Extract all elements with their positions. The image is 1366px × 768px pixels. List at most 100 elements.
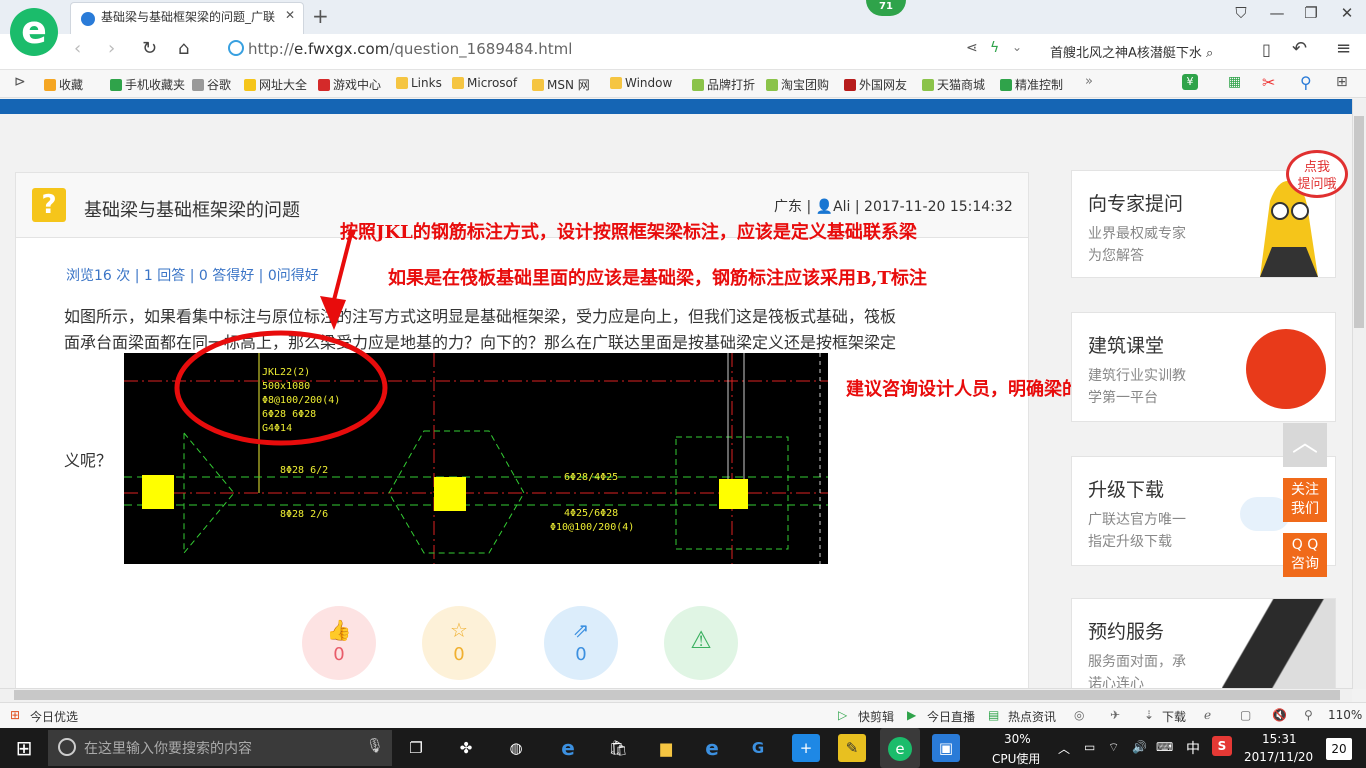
favorite-item[interactable]: 收藏: [44, 76, 83, 93]
search-icon[interactable]: ⌕: [1206, 46, 1213, 61]
ask-bubble[interactable]: 点我 提问哦: [1286, 150, 1348, 198]
region[interactable]: 广东: [774, 199, 802, 215]
share-icon[interactable]: ⋖: [966, 40, 978, 56]
like-button[interactable]: 👍 0: [302, 606, 376, 680]
zoom-icon[interactable]: ⚲: [1300, 73, 1312, 92]
ime-indicator[interactable]: 中: [1186, 738, 1200, 758]
horizontal-scroll-thumb[interactable]: [14, 690, 1340, 700]
downloads-link[interactable]: 下载: [1162, 708, 1186, 725]
favorite-item[interactable]: 谷歌: [192, 76, 231, 93]
grid-icon[interactable]: ▦: [1228, 74, 1241, 90]
battery-icon[interactable]: ▭: [1084, 740, 1095, 754]
home-button[interactable]: ⌂: [178, 38, 189, 59]
hot-news-link[interactable]: 热点资讯: [1008, 708, 1056, 725]
refresh-button[interactable]: ↻: [142, 38, 157, 59]
wifi-icon[interactable]: ⌔: [1108, 740, 1119, 755]
task-view-icon[interactable]: ❐: [402, 734, 430, 762]
clock-time[interactable]: 15:31: [1262, 732, 1297, 746]
window-icon[interactable]: ▢: [1240, 708, 1251, 722]
clock-date[interactable]: 2017/11/20: [1244, 750, 1313, 764]
volume-icon[interactable]: 🔊: [1132, 740, 1147, 754]
forward-button[interactable]: ›: [108, 38, 115, 59]
favorite-item[interactable]: MSN 网: [532, 76, 590, 93]
favorite-item[interactable]: 外国网友: [844, 76, 907, 93]
sidebar-toggle-icon[interactable]: ⊳: [14, 74, 26, 90]
active-browser-app[interactable]: e: [880, 728, 920, 768]
qq-consult-button[interactable]: Q Q 咨询: [1283, 533, 1327, 577]
chevron-up-icon[interactable]: ︿: [1058, 740, 1070, 757]
browser-app-icon: e: [888, 736, 912, 761]
url-input[interactable]: http://e.fwxgx.com/question_1689484.html: [248, 40, 572, 58]
sogou-ime-icon[interactable]: S: [1212, 736, 1232, 756]
new-tab-button[interactable]: +: [312, 4, 329, 28]
shirt-icon[interactable]: ⛉: [1226, 4, 1256, 28]
lightning-icon[interactable]: ϟ: [990, 40, 999, 56]
today-picks-link[interactable]: 今日优选: [30, 708, 78, 725]
browser-tab[interactable]: 基础梁与基础框架梁的问题_广联 ✕: [70, 2, 304, 34]
notes-app-icon[interactable]: ✎: [838, 734, 866, 762]
screenshot-app-icon[interactable]: ▣: [932, 734, 960, 762]
apps-icon[interactable]: ⊞: [1336, 74, 1348, 90]
browser-logo-icon[interactable]: e: [10, 8, 58, 56]
sidebar-appointment[interactable]: 预约服务 服务面对面，承 诺心连心: [1071, 598, 1336, 690]
favorite-item[interactable]: Links: [396, 76, 442, 90]
taskbar-search-input[interactable]: 在这里输入你要搜索的内容 🎙: [48, 730, 392, 766]
undo-icon[interactable]: ↶: [1292, 38, 1307, 59]
sidebar-building-class[interactable]: 建筑课堂 建筑行业实训教 学第一平台: [1071, 312, 1336, 422]
today-live-link[interactable]: 今日直播: [927, 708, 975, 725]
file-explorer-icon[interactable]: ▆: [652, 734, 680, 762]
zoom-level[interactable]: 110%: [1328, 708, 1362, 722]
scissors-icon[interactable]: ✂: [1262, 73, 1275, 92]
start-button[interactable]: ⊞: [0, 728, 48, 768]
chevron-down-icon[interactable]: ⌄: [1012, 40, 1022, 54]
favorite-item[interactable]: 网址大全: [244, 76, 307, 93]
follow-us-button[interactable]: 关注 我们: [1283, 478, 1327, 522]
vertical-scroll-thumb[interactable]: [1354, 116, 1364, 328]
store-icon[interactable]: 🛍: [604, 734, 632, 762]
share-button[interactable]: ⇗ 0: [544, 606, 618, 680]
share-icon: ⇗: [572, 618, 590, 642]
ie-icon[interactable]: e: [698, 734, 726, 762]
microphone-icon[interactable]: 🎙: [366, 738, 384, 754]
mute-icon[interactable]: 🔇: [1272, 708, 1287, 722]
news-search-box[interactable]: 首艘北风之神A核潜艇下水 ⌕: [1050, 42, 1213, 61]
music-app-icon[interactable]: ◍: [502, 734, 530, 762]
back-button[interactable]: ‹: [74, 38, 81, 59]
tab-close-icon[interactable]: ✕: [285, 8, 295, 22]
minimize-button[interactable]: —: [1262, 4, 1292, 28]
author[interactable]: Ali: [833, 199, 850, 215]
report-button[interactable]: ⚠: [664, 606, 738, 680]
more-favorites-icon[interactable]: »: [1085, 74, 1093, 89]
favorite-item[interactable]: Window: [610, 76, 672, 90]
pin-icon[interactable]: ✈: [1110, 708, 1120, 722]
notification-center[interactable]: 20: [1326, 738, 1352, 760]
shield-icon[interactable]: ¥: [1182, 74, 1198, 90]
glodon-app-icon[interactable]: G: [744, 734, 772, 762]
menu-icon[interactable]: ≡: [1336, 38, 1351, 59]
ie-mode-icon[interactable]: ℯ: [1204, 708, 1211, 722]
favorite-item[interactable]: Microsof: [452, 76, 517, 90]
back-to-top-button[interactable]: ︿: [1283, 423, 1327, 467]
site-header-bar: [0, 99, 1352, 114]
close-window-button[interactable]: ✕: [1332, 4, 1362, 28]
favorite-item[interactable]: 天猫商城: [922, 76, 985, 93]
favorite-item[interactable]: 精准控制: [1000, 76, 1063, 93]
favorite-item[interactable]: 品牌打折: [692, 76, 755, 93]
maximize-button[interactable]: ❐: [1296, 4, 1326, 28]
svg-text:Φ8@100/200(4): Φ8@100/200(4): [262, 395, 340, 406]
speed-icon[interactable]: ◎: [1074, 708, 1084, 722]
edge-icon[interactable]: e: [554, 734, 582, 762]
quick-clip-link[interactable]: 快剪辑: [858, 708, 894, 725]
keyboard-icon[interactable]: ⌨: [1156, 740, 1173, 754]
favorite-item[interactable]: 手机收藏夹: [110, 76, 185, 93]
svg-text:JKL22(2): JKL22(2): [262, 367, 310, 378]
plus-app-icon[interactable]: +: [792, 734, 820, 762]
phone-icon[interactable]: ▯: [1262, 40, 1271, 59]
cad-drawing-image[interactable]: JKL22(2) 500x1080 Φ8@100/200(4) 6Φ28 6Φ2…: [124, 353, 828, 564]
favorite-item[interactable]: 淘宝团购: [766, 76, 829, 93]
favorite-button[interactable]: ☆ 0: [422, 606, 496, 680]
pinwheel-app-icon[interactable]: ✤: [452, 734, 480, 762]
cpu-usage[interactable]: 30%: [1004, 732, 1031, 746]
favorite-icon: [244, 79, 256, 91]
favorite-item[interactable]: 游戏中心: [318, 76, 381, 93]
